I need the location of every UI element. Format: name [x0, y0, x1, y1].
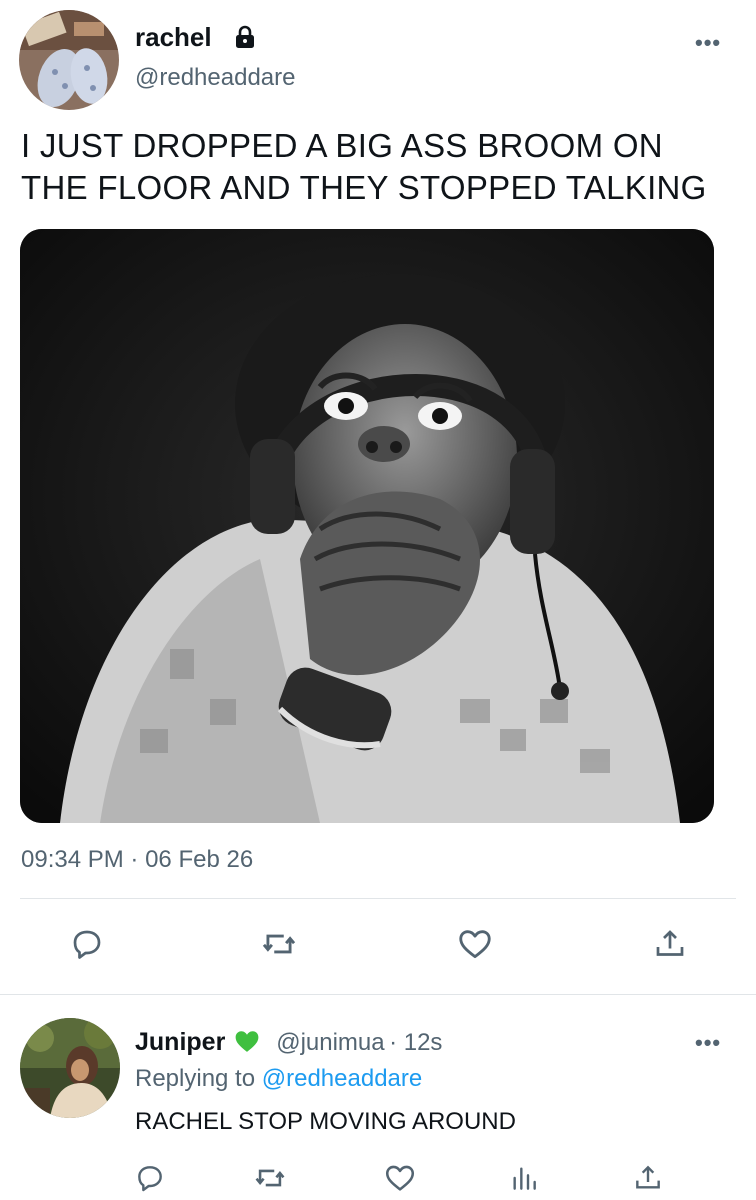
reply-header: Juniper @junimua · 12s: [135, 1028, 442, 1057]
more-options-icon[interactable]: •••: [695, 30, 721, 56]
reply-age: · 12s: [389, 1029, 443, 1056]
tweet-text-line: THE FLOOR AND THEY STOPPED TALKING: [21, 169, 707, 206]
lock-icon: [232, 24, 258, 50]
analytics-icon: [513, 1167, 536, 1190]
share-button[interactable]: [645, 922, 695, 966]
like-icon: [459, 930, 491, 959]
tweet-photo[interactable]: [20, 229, 714, 823]
tweet-text-line: I JUST DROPPED A BIG ASS BROOM ON: [21, 127, 663, 164]
timestamp-separator: ·: [130, 846, 139, 873]
reply-button[interactable]: [62, 922, 112, 966]
reply-share-button[interactable]: [626, 1158, 670, 1198]
reply-analytics-button[interactable]: [502, 1158, 546, 1198]
share-icon: [656, 930, 684, 956]
retweet-icon: [255, 1169, 285, 1187]
reply-icon: [138, 1166, 162, 1192]
green-heart-icon: [235, 1031, 259, 1052]
tweet-date: 06 Feb 26: [145, 846, 254, 873]
replying-to-label: Replying to: [135, 1065, 256, 1092]
divider: [0, 994, 756, 995]
divider: [20, 898, 736, 899]
author-handle[interactable]: @redheaddare: [135, 64, 295, 92]
like-button[interactable]: [450, 922, 500, 966]
author-name[interactable]: rachel: [135, 22, 212, 53]
tweet-text: I JUST DROPPED A BIG ASS BROOM ON THE FL…: [21, 125, 741, 209]
tweet-timestamp[interactable]: 09:34 PM · 06 Feb 26: [21, 846, 253, 874]
retweet-icon: [262, 934, 296, 954]
tweet-time: 09:34 PM: [21, 846, 124, 873]
author-avatar[interactable]: [19, 10, 119, 110]
reply-reply-button[interactable]: [128, 1158, 172, 1198]
share-icon: [636, 1165, 660, 1189]
reply-icon: [73, 930, 101, 959]
like-icon: [385, 1165, 415, 1191]
reply-author-handle[interactable]: @junimua: [276, 1029, 384, 1056]
replying-to-link[interactable]: @redheaddare: [262, 1065, 422, 1092]
retweet-button[interactable]: [254, 922, 304, 966]
reply-more-options-icon[interactable]: •••: [695, 1030, 721, 1056]
reply-retweet-button[interactable]: [248, 1158, 292, 1198]
reply-like-button[interactable]: [378, 1158, 422, 1198]
reply-avatar[interactable]: [20, 1018, 120, 1118]
replying-to: Replying to @redheaddare: [135, 1065, 422, 1093]
reply-text: RACHEL STOP MOVING AROUND: [135, 1108, 516, 1135]
reply-author-name[interactable]: Juniper: [135, 1028, 225, 1056]
